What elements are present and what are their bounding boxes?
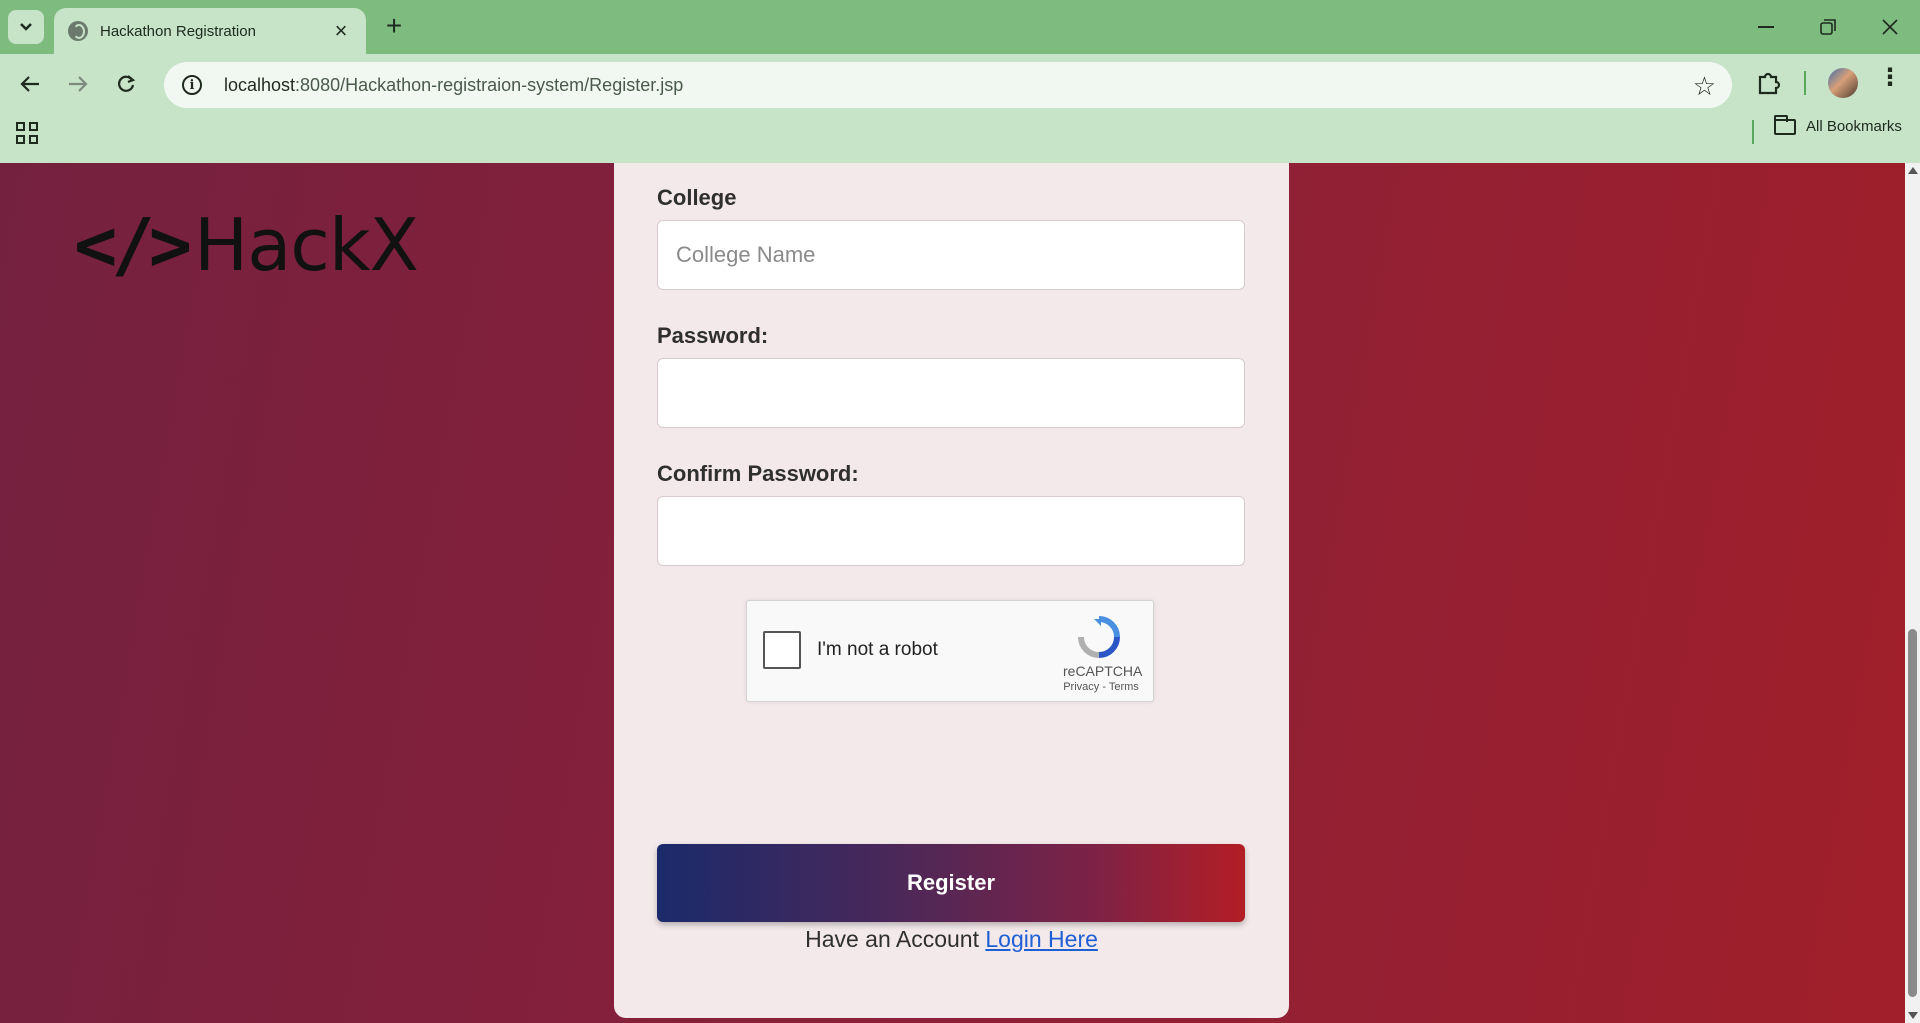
forward-button[interactable] — [60, 66, 96, 102]
toolbar-divider — [1804, 71, 1806, 95]
login-here-link[interactable]: Login Here — [985, 926, 1098, 952]
profile-avatar[interactable] — [1828, 68, 1858, 98]
recaptcha-label: I'm not a robot — [817, 639, 938, 660]
hackx-logo[interactable]: </> HackX — [74, 203, 419, 287]
close-tab-icon[interactable]: × — [330, 20, 352, 42]
globe-icon — [68, 21, 88, 41]
confirm-password-input[interactable] — [657, 496, 1245, 566]
password-label: Password: — [657, 323, 769, 348]
extensions-button[interactable] — [1754, 68, 1784, 98]
recaptcha-privacy-terms[interactable]: Privacy - Terms — [1053, 681, 1149, 693]
recaptcha-logo-icon — [1078, 616, 1120, 658]
tab-title: Hackathon Registration — [100, 22, 256, 40]
browser-menu-icon[interactable]: ⋮ — [1878, 66, 1902, 90]
close-icon — [1882, 19, 1898, 35]
confirm-password-label: Confirm Password: — [657, 461, 859, 486]
apps-grid-icon[interactable] — [16, 122, 38, 144]
have-account-line: Have an Account Login Here — [614, 926, 1289, 953]
recaptcha-brand: reCAPTCHA — [1063, 663, 1143, 679]
browser-tab-active[interactable]: Hackathon Registration × — [54, 8, 366, 54]
folder-icon — [1774, 114, 1796, 135]
scrollbar-thumb[interactable] — [1908, 629, 1917, 997]
all-bookmarks-label: All Bookmarks — [1806, 118, 1902, 135]
recaptcha-checkbox[interactable] — [763, 631, 801, 669]
close-window-button[interactable] — [1866, 8, 1914, 46]
restore-icon — [1820, 19, 1836, 35]
all-bookmarks-button[interactable]: All Bookmarks — [1774, 114, 1902, 135]
college-name-input[interactable] — [657, 220, 1245, 290]
page-viewport: </> HackX College Password: Confirm Pass… — [0, 163, 1905, 1023]
scroll-down-arrow-icon[interactable] — [1908, 1012, 1918, 1019]
arrow-left-icon — [20, 76, 39, 92]
url-host: localhost — [224, 74, 296, 95]
url-path: :8080/Hackathon-registraion-system/Regis… — [295, 74, 684, 95]
page-scrollbar[interactable] — [1905, 163, 1920, 1023]
logo-text: HackX — [194, 203, 419, 287]
arrow-right-icon — [69, 76, 88, 92]
code-brackets-icon: </> — [74, 203, 192, 287]
address-bar[interactable]: i localhost:8080/Hackathon-registraion-s… — [164, 62, 1732, 108]
scroll-up-arrow-icon[interactable] — [1908, 167, 1918, 174]
bookmark-star-icon[interactable]: ☆ — [1693, 71, 1716, 102]
restore-button[interactable] — [1804, 8, 1852, 46]
registration-form-card: College Password: Confirm Password: I'm … — [614, 163, 1289, 1018]
back-button[interactable] — [12, 66, 48, 102]
minimize-icon — [1758, 26, 1774, 28]
have-account-text: Have an Account — [805, 926, 979, 952]
new-tab-button[interactable]: + — [378, 10, 410, 44]
chevron-down-icon — [20, 23, 32, 31]
college-label: College — [657, 185, 737, 210]
puzzle-icon — [1758, 72, 1781, 95]
bookmarks-divider — [1752, 120, 1754, 144]
browser-tab-strip: Hackathon Registration × + — [0, 0, 1920, 54]
reload-icon — [118, 75, 136, 92]
password-input[interactable] — [657, 358, 1245, 428]
site-info-icon[interactable]: i — [182, 75, 202, 95]
tab-search-button[interactable] — [8, 10, 44, 44]
recaptcha-widget: I'm not a robot reCAPTCHA Privacy - Term… — [746, 600, 1154, 702]
minimize-button[interactable] — [1742, 8, 1790, 46]
browser-toolbar: i localhost:8080/Hackathon-registraion-s… — [0, 54, 1920, 170]
reload-button[interactable] — [108, 66, 144, 102]
url-text: localhost:8080/Hackathon-registraion-sys… — [224, 75, 683, 96]
register-button[interactable]: Register — [657, 844, 1245, 922]
